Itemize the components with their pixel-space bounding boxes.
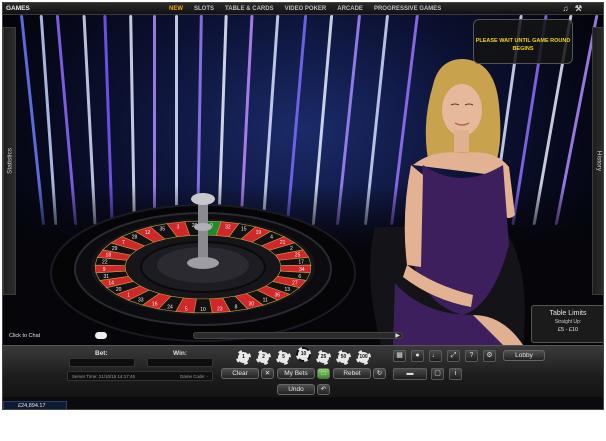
bet-amount-field — [69, 358, 135, 367]
dealer-video — [370, 59, 525, 345]
cash-icon[interactable]: ▬ — [393, 368, 427, 380]
chip-2[interactable]: 2 — [256, 350, 271, 365]
lobby-button[interactable]: Lobby — [503, 350, 545, 361]
wrench-icon[interactable]: ⚒ — [574, 4, 583, 13]
nav-table-cards[interactable]: TABLE & CARDS — [225, 6, 274, 12]
chat-bubble-icon[interactable]: ● — [411, 350, 424, 362]
nav-slots[interactable]: SLOTS — [194, 6, 214, 12]
statistics-tab-label: Statistics — [6, 147, 13, 175]
chip-10[interactable]: 10 — [296, 347, 311, 362]
settings-icon[interactable]: ⚙ — [483, 350, 496, 362]
chip-100[interactable]: 100 — [356, 350, 371, 365]
win-label: Win: — [173, 350, 188, 357]
game-window: GAMES NEW SLOTS TABLE & CARDS VIDEO POKE… — [2, 2, 604, 410]
video-scrub-bar[interactable]: ▶ — [193, 332, 403, 339]
nav-arcade[interactable]: ARCADE — [337, 6, 363, 12]
live-video-stage: 0321519421225173462713361130823105241633… — [3, 15, 603, 345]
games-menu[interactable]: GAMES — [6, 5, 30, 12]
table-limits-panel[interactable]: Table Limits Straight Up: £5 - £10 — [531, 305, 603, 343]
speaker-icon[interactable]: ♫ — [561, 4, 570, 13]
display-toggle-icon[interactable]: ▢ — [431, 368, 444, 380]
round-status-notice: PLEASE WAIT UNTIL GAME ROUND BEGINS — [473, 19, 573, 64]
chip-1[interactable]: 1 — [236, 350, 251, 365]
play-arrow-icon: ▶ — [395, 333, 400, 339]
chat-toggle-area: Click to Chat — [9, 330, 107, 342]
notice-line-1: PLEASE WAIT UNTIL GAME ROUND — [475, 38, 571, 44]
win-amount-field — [147, 358, 213, 367]
history-tab-label: History — [595, 150, 602, 172]
chip-25[interactable]: 25 — [316, 350, 331, 365]
close-icon[interactable]: ✕ — [261, 368, 274, 379]
balance-display: £24,894.17 — [3, 401, 67, 409]
my-bets-button[interactable]: My Bets — [277, 368, 315, 379]
cards-icon[interactable]: ▦ — [393, 350, 406, 362]
undo-arrow-icon[interactable]: ↶ — [317, 384, 330, 395]
balance-value: £24,894.17 — [18, 403, 46, 409]
nav-video-poker[interactable]: VIDEO POKER — [285, 6, 327, 12]
statistics-tab[interactable]: Statistics — [3, 27, 16, 295]
rebet-button[interactable]: Rebet — [333, 368, 371, 379]
undo-button[interactable]: Undo — [277, 384, 315, 395]
volume-icon[interactable]: ♩ — [429, 350, 442, 362]
rebet-arrow-icon[interactable]: ↻ — [373, 368, 386, 379]
server-info: Server Time: 21/10/15 14:17:45 Game Code… — [67, 371, 213, 381]
chip-5[interactable]: 5 — [276, 350, 291, 365]
table-limits-title: Table Limits — [549, 310, 587, 317]
chip-50[interactable]: 50 — [336, 350, 351, 365]
notice-line-2: BEGINS — [512, 46, 534, 52]
chat-toggle-switch[interactable] — [95, 332, 107, 339]
nav-progressive-games[interactable]: PROGRESSIVE GAMES — [374, 6, 441, 12]
chat-label: Click to Chat — [9, 333, 41, 339]
table-limits-range: £5 - £10 — [557, 327, 579, 333]
bet-label: Bet: — [95, 350, 108, 357]
nav-new[interactable]: NEW — [169, 6, 183, 12]
info-icon[interactable]: i — [449, 368, 462, 380]
control-bar: Bet: Win: Server Time: 21/10/15 14:17:45… — [3, 345, 603, 397]
server-time: Server Time: 21/10/15 14:17:45 — [72, 374, 136, 379]
history-tab[interactable]: History — [592, 27, 603, 295]
game-code: Game Code: - — [179, 374, 208, 379]
table-limits-subtitle: Straight Up: — [554, 319, 582, 325]
chat-bubble-icon[interactable]: □ — [317, 368, 330, 379]
clear-button[interactable]: Clear — [221, 368, 259, 379]
fullscreen-icon[interactable]: ⤢ — [447, 350, 460, 362]
top-nav: GAMES NEW SLOTS TABLE & CARDS VIDEO POKE… — [3, 3, 603, 15]
help-icon[interactable]: ? — [465, 350, 478, 362]
